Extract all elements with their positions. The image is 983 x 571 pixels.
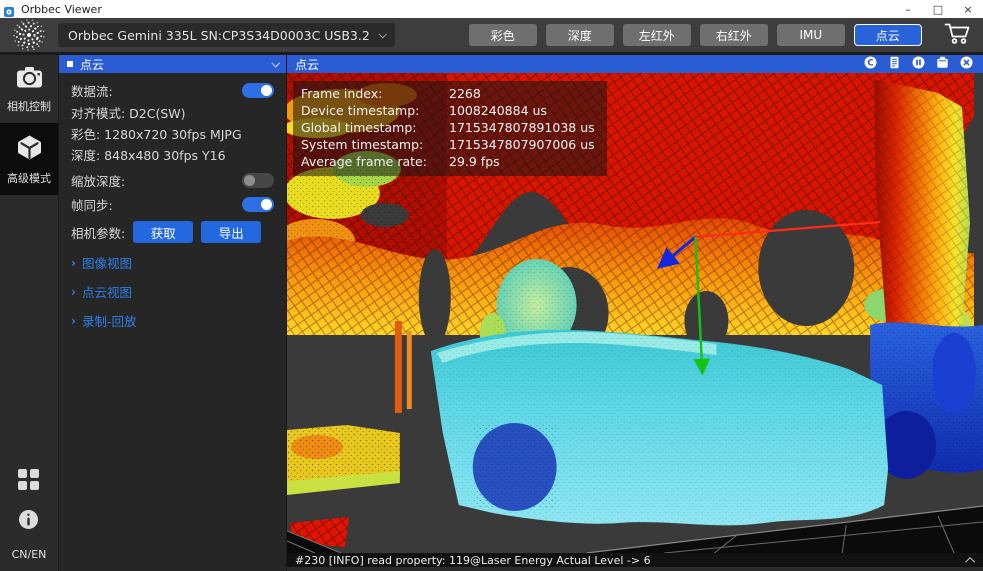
close-button[interactable]: × — [953, 0, 983, 18]
device-selector-label: Orbbec Gemini 335L SN:CP3S34D0003C USB3.… — [68, 28, 370, 43]
overlay-label: Frame index: — [301, 86, 449, 102]
export-params-button[interactable]: 导出 — [201, 221, 261, 243]
maximize-button[interactable]: □ — [923, 0, 953, 18]
overlay-value: 29.9 fps — [449, 154, 595, 170]
overlay-value: 1008240884 us — [449, 103, 595, 119]
titlebar: Orbbec Viewer – □ × — [0, 0, 983, 18]
log-icon[interactable] — [888, 56, 901, 72]
overlay-value: 2268 — [449, 86, 595, 102]
section-record-playback[interactable]: › 录制-回放 — [71, 311, 274, 330]
stream-label: 数据流: — [71, 81, 113, 100]
section-pointcloud-view[interactable]: › 点云视图 — [71, 282, 274, 301]
panel-header[interactable]: 点云 — [59, 55, 286, 73]
panel-title: 点云 — [80, 56, 104, 73]
frame-sync-toggle[interactable] — [242, 197, 274, 212]
top-toolbar: Orbbec Gemini 335L SN:CP3S34D0003C USB3.… — [0, 18, 983, 52]
chevron-right-icon: › — [71, 314, 76, 328]
frame-sync-label: 帧同步: — [71, 195, 113, 214]
zoom-depth-toggle[interactable] — [242, 173, 274, 188]
chevron-right-icon: › — [71, 256, 76, 270]
camera-params-label: 相机参数: — [71, 223, 125, 242]
depth-profile-value: 深度: 848x480 30fps Y16 — [71, 147, 274, 164]
orbbec-logo — [0, 19, 58, 51]
orbbec-viewer-window: Orbbec Viewer – □ × Orbbec Gemini 335L S… — [0, 0, 983, 571]
sidebar-item-label: 相机控制 — [7, 98, 51, 114]
section-label: 点云视图 — [82, 282, 132, 301]
overlay-value: 1715347807891038 us — [449, 120, 595, 136]
grid-icon[interactable] — [17, 468, 40, 495]
sidebar-item-label: 高级模式 — [7, 170, 51, 186]
overlay-label: Device timestamp: — [301, 103, 449, 119]
frame-info-overlay: Frame index:2268 Device timestamp:100824… — [293, 81, 607, 176]
overlay-label: Global timestamp: — [301, 120, 449, 136]
chevron-down-icon — [378, 30, 386, 38]
snapshot-icon[interactable] — [936, 56, 949, 72]
get-params-button[interactable]: 获取 — [133, 221, 193, 243]
language-toggle[interactable]: CN/EN — [12, 548, 47, 561]
left-ir-stream-button[interactable]: 左红外 — [623, 24, 691, 46]
viewport-header: 点云 C — [287, 55, 983, 73]
stream-buttons: 彩色 深度 左红外 右红外 IMU 点云 — [469, 24, 922, 46]
info-icon[interactable] — [18, 509, 39, 534]
pointcloud-3d-view[interactable]: Frame index:2268 Device timestamp:100824… — [287, 73, 983, 553]
right-ir-stream-button[interactable]: 右红外 — [700, 24, 768, 46]
app-icon — [4, 3, 16, 15]
bottom-strip — [287, 567, 983, 571]
svg-text:C: C — [867, 58, 873, 68]
close-stream-icon[interactable] — [960, 56, 973, 72]
cart-icon[interactable] — [944, 22, 971, 49]
chevron-down-icon — [271, 59, 279, 67]
stream-toggle[interactable] — [242, 83, 274, 98]
depth-stream-button[interactable]: 深度 — [546, 24, 614, 46]
minimize-button[interactable]: – — [893, 0, 923, 18]
sidebar-item-camera-control[interactable]: 相机控制 — [0, 55, 58, 123]
log-message: #230 [INFO] read property: 119@Laser Ene… — [295, 554, 651, 567]
zoom-depth-label: 缩放深度: — [71, 171, 125, 190]
settings-panel: 点云 数据流: 对齐模式: D2C(SW) 彩色: 1280x720 30fps… — [59, 55, 286, 571]
sidebar: 相机控制 高级模式 — [0, 55, 58, 571]
section-label: 图像视图 — [82, 253, 132, 272]
reset-view-icon[interactable]: C — [864, 56, 877, 72]
bullet-square-icon — [67, 61, 73, 67]
color-stream-button[interactable]: 彩色 — [469, 24, 537, 46]
log-statusbar: #230 [INFO] read property: 119@Laser Ene… — [287, 553, 983, 567]
pointcloud-stream-button[interactable]: 点云 — [854, 24, 922, 46]
sidebar-item-advanced-mode[interactable]: 高级模式 — [0, 123, 58, 195]
section-image-view[interactable]: › 图像视图 — [71, 253, 274, 272]
device-selector[interactable]: Orbbec Gemini 335L SN:CP3S34D0003C USB3.… — [58, 23, 395, 47]
overlay-label: Average frame rate: — [301, 154, 449, 170]
camera-icon — [16, 66, 43, 93]
cube-icon — [16, 134, 43, 165]
pause-icon[interactable] — [912, 56, 925, 72]
chevron-up-icon[interactable] — [965, 556, 975, 566]
overlay-value: 1715347807907006 us — [449, 137, 595, 153]
section-label: 录制-回放 — [82, 311, 137, 330]
overlay-label: System timestamp: — [301, 137, 449, 153]
chevron-right-icon: › — [71, 285, 76, 299]
window-title: Orbbec Viewer — [21, 3, 102, 16]
imu-stream-button[interactable]: IMU — [777, 24, 845, 46]
align-mode-value: 对齐模式: D2C(SW) — [71, 105, 274, 122]
viewport-title: 点云 — [295, 56, 319, 73]
viewport: 点云 C — [287, 55, 983, 571]
color-profile-value: 彩色: 1280x720 30fps MJPG — [71, 126, 274, 143]
